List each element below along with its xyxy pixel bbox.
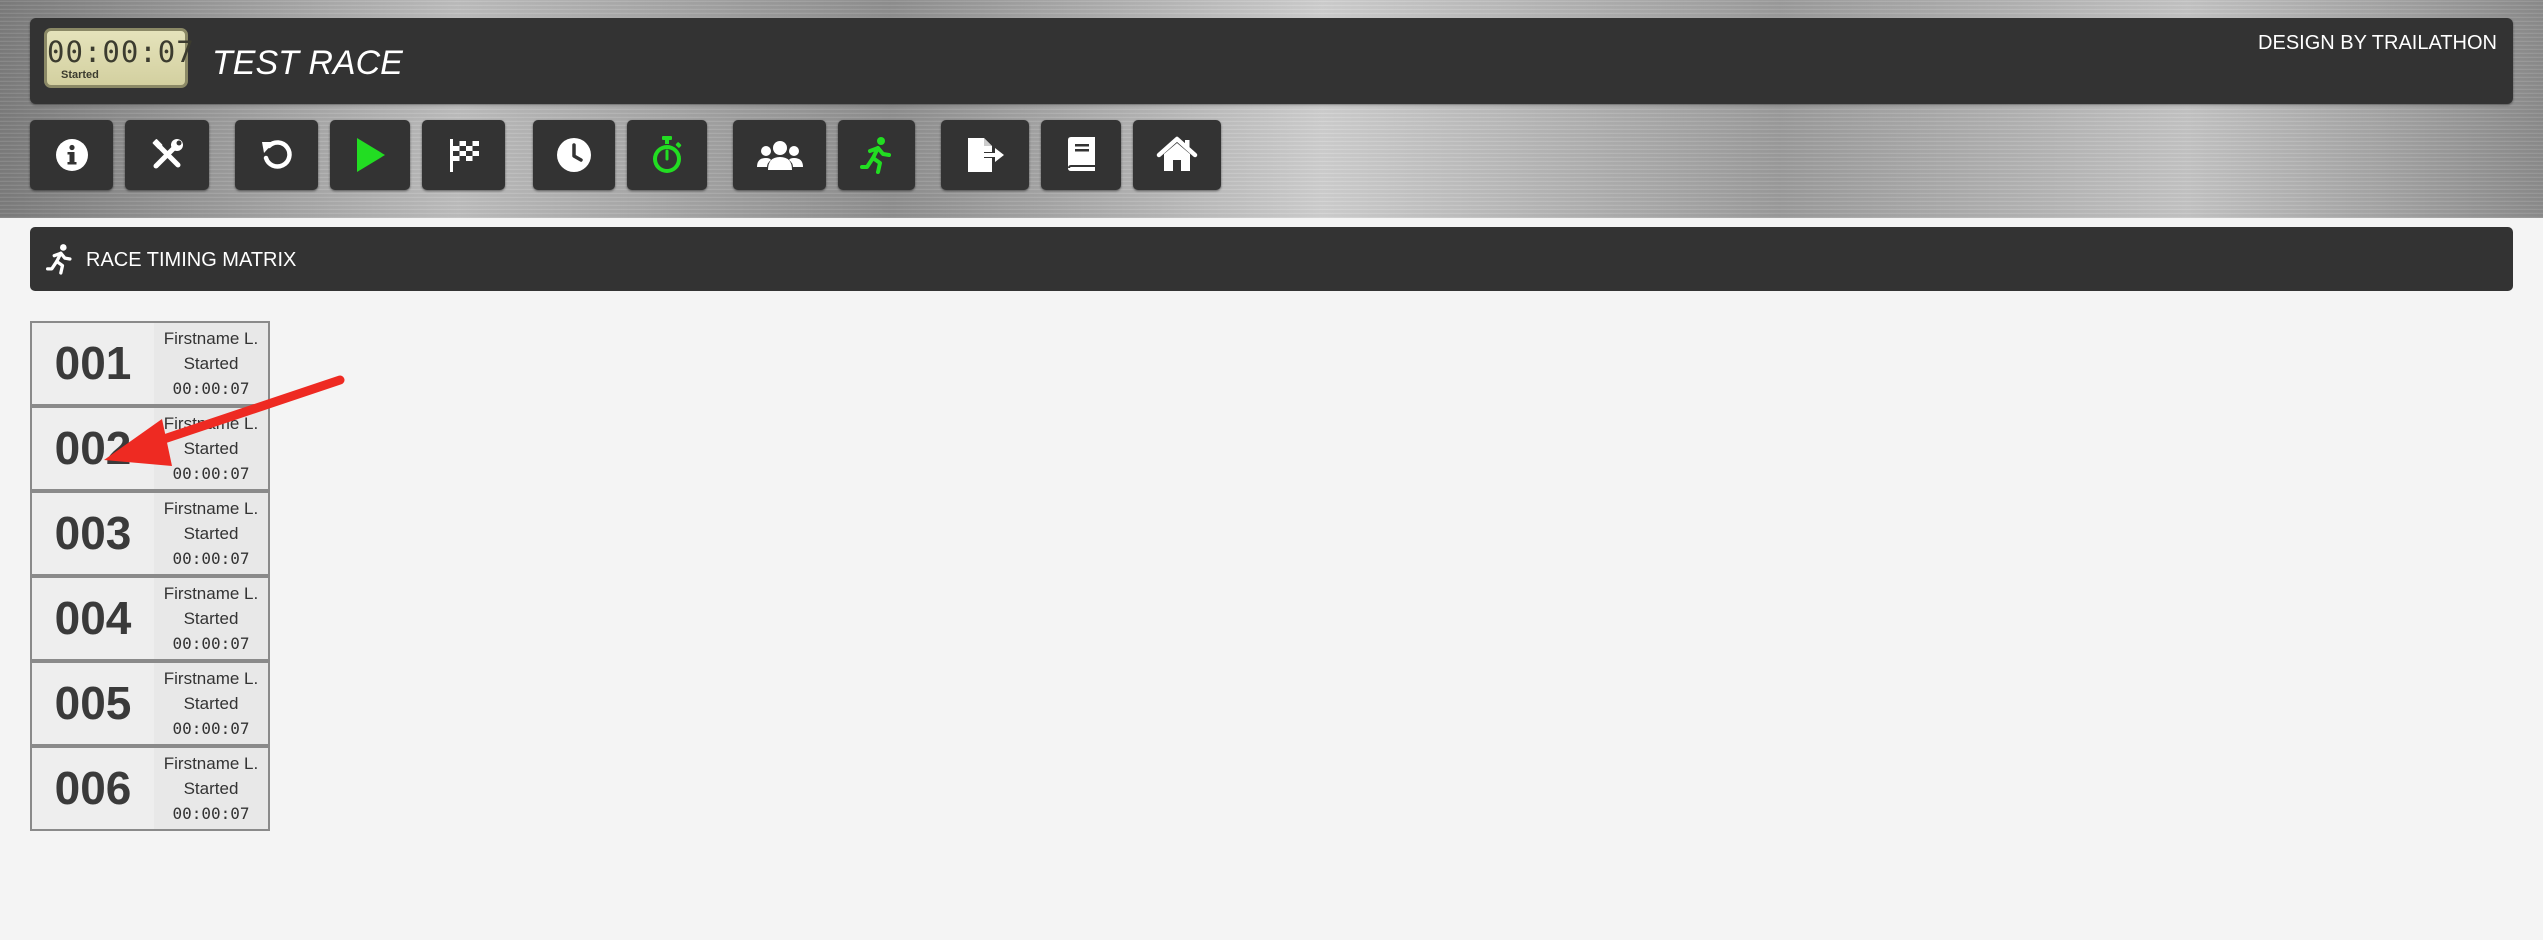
- racer-status: Started: [183, 609, 239, 628]
- checkered-flag-icon: [449, 139, 479, 172]
- racer-status: Started: [183, 439, 239, 458]
- racer-status: Started: [183, 354, 239, 373]
- racer-number: 005: [54, 677, 132, 729]
- reset-icon: [261, 140, 292, 169]
- racer-name: Firstname L.: [163, 499, 259, 518]
- racer-name: Firstname L.: [163, 584, 259, 603]
- racer-info: Firstname L. Started 00:00:07: [154, 408, 268, 489]
- racer-status: Started: [183, 779, 239, 798]
- racer-time: 00:00:07: [172, 379, 250, 398]
- header-background: 00:00:07 Started TEST RACE DESIGN BY TRA…: [0, 0, 2543, 218]
- racer-info: Firstname L. Started 00:00:07: [154, 663, 268, 744]
- racer-time: 00:00:07: [172, 634, 250, 653]
- race-clock-status: Started: [61, 69, 99, 81]
- racer-tile[interactable]: 003 Firstname L. Started 00:00:07: [30, 491, 270, 576]
- play-icon: [357, 138, 385, 172]
- race-clock-time: 00:00:07: [47, 35, 195, 69]
- racer-info: Firstname L. Started 00:00:07: [154, 748, 268, 829]
- racer-time: 00:00:07: [172, 719, 250, 738]
- book-icon: [1068, 137, 1095, 171]
- racer-tile[interactable]: 006 Firstname L. Started 00:00:07: [30, 746, 270, 831]
- racer-tile[interactable]: 001 Firstname L. Started 00:00:07: [30, 321, 270, 406]
- export-button[interactable]: [941, 120, 1029, 190]
- runner-icon: [46, 244, 72, 275]
- info-button[interactable]: [30, 120, 113, 190]
- runner-icon: [859, 137, 891, 174]
- race-title: TEST RACE: [212, 44, 403, 82]
- export-icon: [968, 138, 1004, 172]
- header-bar: 00:00:07 Started TEST RACE DESIGN BY TRA…: [30, 18, 2513, 104]
- tools-icon: [152, 139, 183, 169]
- racer-time: 00:00:07: [172, 804, 250, 823]
- racer-info: Firstname L. Started 00:00:07: [154, 493, 268, 574]
- section-title: RACE TIMING MATRIX: [86, 249, 297, 271]
- tools-button[interactable]: [125, 120, 209, 190]
- home-button[interactable]: [1133, 120, 1221, 190]
- racer-tile[interactable]: 005 Firstname L. Started 00:00:07: [30, 661, 270, 746]
- clock-icon: [557, 138, 591, 172]
- stopwatch-icon: [653, 136, 682, 173]
- design-credit: DESIGN BY TRAILATHON: [2258, 32, 2497, 54]
- racer-name: Firstname L.: [163, 754, 259, 773]
- reset-button[interactable]: [235, 120, 318, 190]
- racer-time: 00:00:07: [172, 549, 250, 568]
- racer-name: Firstname L.: [163, 669, 259, 688]
- race-clock: 00:00:07 Started: [44, 28, 195, 88]
- runners-button[interactable]: [838, 120, 915, 190]
- racer-name: Firstname L.: [163, 329, 259, 348]
- documentation-button[interactable]: [1041, 120, 1121, 190]
- racer-number: 002: [54, 422, 132, 474]
- racer-number: 006: [54, 762, 132, 814]
- racer-time: 00:00:07: [172, 464, 250, 483]
- stopwatch-button[interactable]: [627, 120, 707, 190]
- racer-status: Started: [183, 694, 239, 713]
- racer-info: Firstname L. Started 00:00:07: [154, 323, 268, 404]
- racer-tile[interactable]: 004 Firstname L. Started 00:00:07: [30, 576, 270, 661]
- racer-status: Started: [183, 524, 239, 543]
- participants-button[interactable]: [733, 120, 826, 190]
- clock-button[interactable]: [533, 120, 615, 190]
- racer-number: 004: [54, 592, 132, 644]
- racer-tile[interactable]: 002 Firstname L. Started 00:00:07: [30, 406, 270, 491]
- racer-number: 003: [54, 507, 132, 559]
- racer-number: 001: [54, 337, 132, 389]
- users-icon: [756, 141, 803, 170]
- finish-button[interactable]: [422, 120, 505, 190]
- racer-name: Firstname L.: [163, 414, 259, 433]
- section-header: RACE TIMING MATRIX: [30, 227, 2513, 291]
- racer-info: Firstname L. Started 00:00:07: [154, 578, 268, 659]
- info-icon: [55, 139, 88, 171]
- start-button[interactable]: [330, 120, 410, 190]
- home-icon: [1156, 136, 1198, 171]
